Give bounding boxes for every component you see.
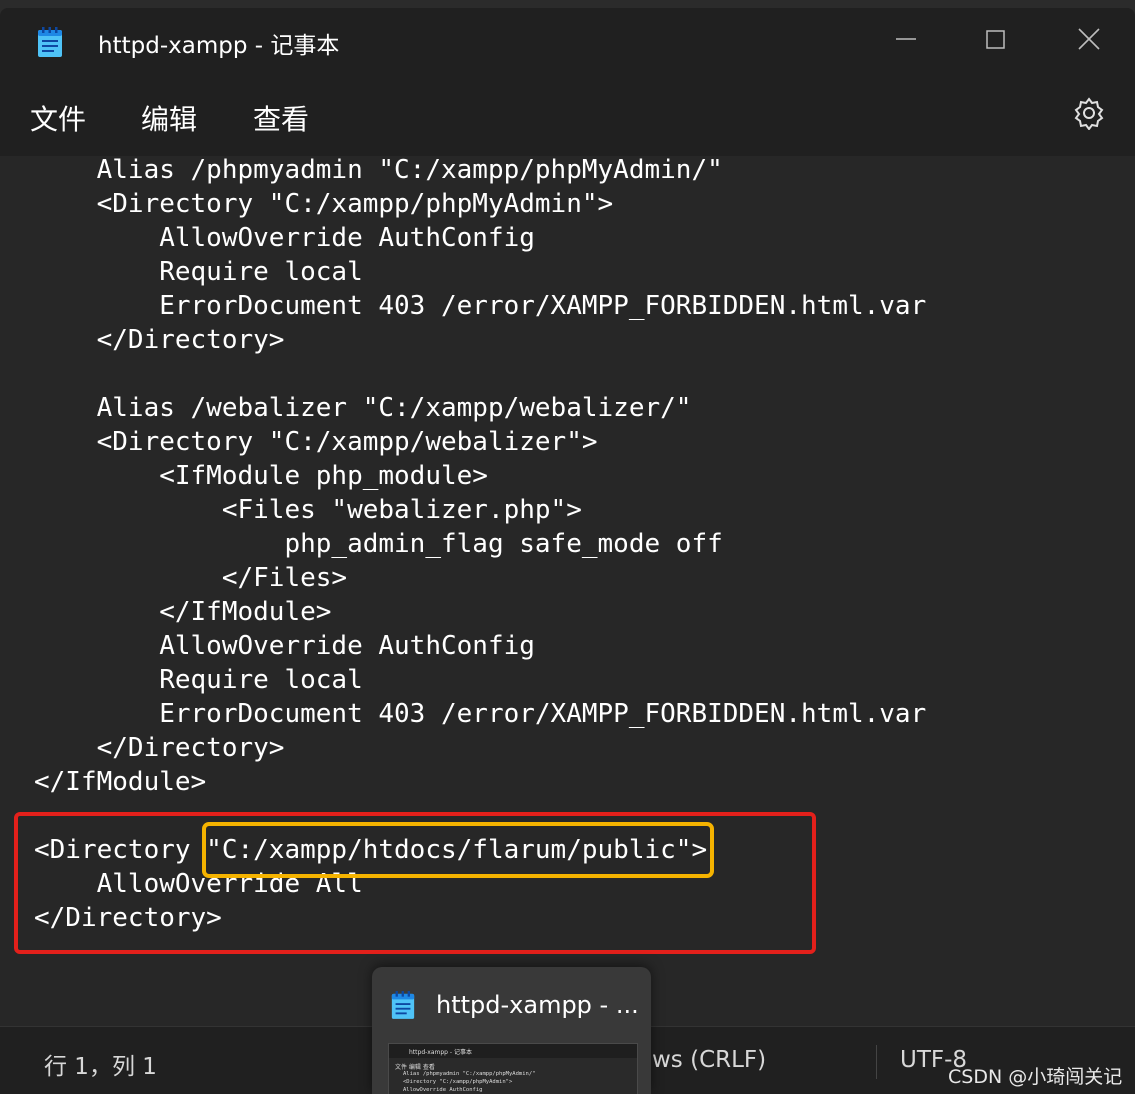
maximize-icon bbox=[986, 30, 1005, 49]
editor-line: <Directory "C:/xampp/webalizer"> bbox=[34, 427, 598, 457]
editor-line: </Files> bbox=[34, 563, 348, 593]
editor-line: </IfModule> bbox=[34, 597, 332, 627]
text-editor[interactable]: Alias /phpmyadmin "C:/xampp/phpMyAdmin/"… bbox=[0, 156, 1135, 1026]
editor-line: <Directory "C:/xampp/phpMyAdmin"> bbox=[34, 189, 614, 219]
preview-title: httpd-xampp - ... bbox=[436, 991, 639, 1019]
menu-view[interactable]: 查看 bbox=[253, 98, 309, 138]
editor-line: ErrorDocument 403 /error/XAMPP_FORBIDDEN… bbox=[34, 291, 927, 321]
menu-edit[interactable]: 编辑 bbox=[141, 98, 197, 138]
notepad-app-icon bbox=[38, 27, 62, 57]
window-thumbnail[interactable]: httpd-xampp - 记事本 文件 编辑 查看 Alias /phpmya… bbox=[388, 1043, 638, 1094]
minimize-icon bbox=[896, 38, 916, 40]
notepad-app-icon bbox=[391, 991, 415, 1019]
minimize-button[interactable] bbox=[876, 18, 936, 68]
editor-line: Alias /phpmyadmin "C:/xampp/phpMyAdmin/" bbox=[34, 156, 723, 185]
editor-line: AllowOverride AuthConfig bbox=[34, 631, 535, 661]
thumbnail-line: <Directory "C:/xampp/phpMyAdmin"> bbox=[403, 1079, 513, 1085]
thumbnail-line: Alias /phpmyadmin "C:/xampp/phpMyAdmin/" bbox=[403, 1071, 536, 1077]
maximize-button[interactable] bbox=[966, 18, 1026, 68]
title-bar[interactable]: httpd-xampp - 记事本 bbox=[0, 8, 1135, 78]
close-icon bbox=[1078, 28, 1100, 50]
watermark-text: CSDN @小琦闯关记 bbox=[948, 1066, 1123, 1088]
editor-line: <Files "webalizer.php"> bbox=[34, 495, 582, 525]
line-ending-status: ws (CRLF) bbox=[652, 1047, 767, 1073]
settings-gear-icon[interactable] bbox=[1072, 96, 1106, 130]
taskbar-preview-popup[interactable]: httpd-xampp - ... httpd-xampp - 记事本 文件 编… bbox=[372, 967, 651, 1094]
cursor-position: 行 1，列 1 bbox=[44, 1054, 157, 1080]
editor-line: Require local bbox=[34, 257, 363, 287]
editor-line: <IfModule php_module> bbox=[34, 461, 488, 491]
notepad-window: httpd-xampp - 记事本 文件 编辑 查看 Alias /phpmya… bbox=[0, 8, 1135, 1094]
status-divider bbox=[876, 1045, 877, 1079]
editor-line: php_admin_flag safe_mode off bbox=[34, 529, 723, 559]
menu-bar: 文件 编辑 查看 bbox=[0, 78, 1135, 156]
menu-file[interactable]: 文件 bbox=[30, 98, 86, 138]
editor-line: </Directory> bbox=[34, 733, 285, 763]
editor-line: AllowOverride AuthConfig bbox=[34, 223, 535, 253]
editor-line: ErrorDocument 403 /error/XAMPP_FORBIDDEN… bbox=[34, 699, 927, 729]
close-button[interactable] bbox=[1060, 18, 1120, 68]
editor-line: Alias /webalizer "C:/xampp/webalizer/" bbox=[34, 393, 692, 423]
thumbnail-line: AllowOverride AuthConfig bbox=[403, 1087, 483, 1093]
thumbnail-menu: 文件 编辑 查看 bbox=[395, 1064, 435, 1071]
editor-line: </IfModule> bbox=[34, 767, 207, 797]
editor-line: Require local bbox=[34, 665, 363, 695]
window-title: httpd-xampp - 记事本 bbox=[98, 33, 340, 59]
thumbnail-title: httpd-xampp - 记事本 bbox=[409, 1049, 472, 1056]
yellow-highlight-box bbox=[202, 822, 714, 878]
editor-line: </Directory> bbox=[34, 325, 285, 355]
